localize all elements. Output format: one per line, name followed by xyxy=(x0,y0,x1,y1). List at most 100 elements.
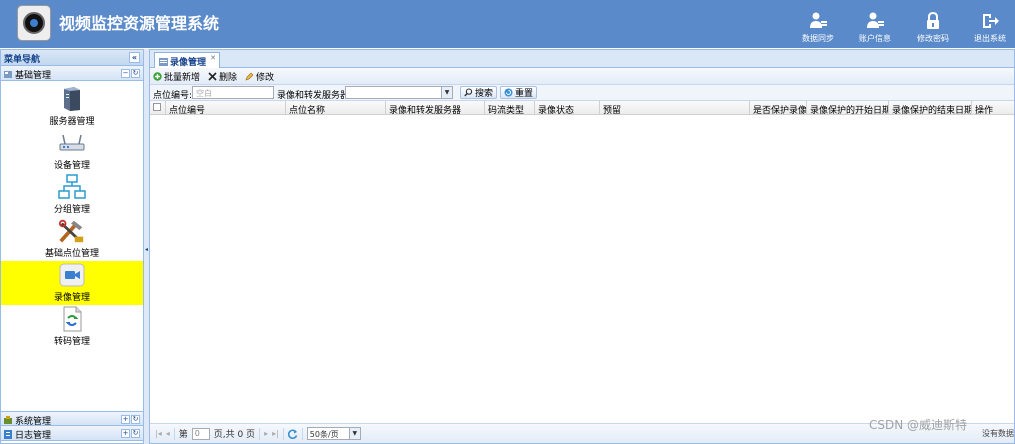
menu-item-label: 设备管理 xyxy=(53,161,90,171)
main-panel: 录像管理 ✕ 批量新增 删除 修改 点位编号: 空白 录像和转发服务器: ▼ 搜… xyxy=(149,49,1015,444)
column-header[interactable]: 操作 xyxy=(972,101,1014,115)
refresh-icon[interactable] xyxy=(287,429,298,439)
section-log-management-label: 日志管理 xyxy=(15,431,52,441)
edit-button[interactable]: 修改 xyxy=(245,70,274,83)
column-header[interactable]: 录像保护的开始日期 xyxy=(807,101,889,115)
menu-item-device-management[interactable]: 设备管理 xyxy=(1,129,143,173)
pencil-icon xyxy=(245,72,254,80)
nav-panel-title: 菜单导航 « xyxy=(1,50,143,66)
account-info-button[interactable]: 账户信息 xyxy=(850,12,900,44)
prev-page-icon[interactable]: ◂ xyxy=(166,429,170,438)
video-camera-icon xyxy=(59,263,85,287)
tab-video-management[interactable]: 录像管理 ✕ xyxy=(154,52,220,68)
point-code-label: 点位编号: xyxy=(153,91,193,101)
page-total-label: 页,共 0 页 xyxy=(213,430,256,440)
delete-label: 删除 xyxy=(219,72,238,83)
menu-item-label: 分组管理 xyxy=(53,205,90,215)
app-title: 视频监控资源管理系统 xyxy=(59,14,220,33)
point-code-input[interactable]: 空白 xyxy=(192,86,274,99)
edit-label: 修改 xyxy=(256,72,275,83)
data-sync-label: 数据同步 xyxy=(802,34,834,43)
watermark: CSDN @威迪斯特 xyxy=(868,418,967,432)
reset-button[interactable]: 重置 xyxy=(500,86,538,99)
app-header: 视频监控资源管理系统 数据同步 账户信息 修改密码 退出系统 xyxy=(0,0,1015,48)
column-header[interactable]: 点位名称 xyxy=(286,101,386,115)
basic-management-icon xyxy=(4,71,12,78)
data-sync-icon xyxy=(810,12,827,28)
account-info-icon xyxy=(867,12,884,28)
collapse-left-button[interactable]: « xyxy=(129,52,140,63)
menu-body: 服务器管理 设备管理 分组管理 基础点位管理 录像管理 转码管理 xyxy=(1,81,143,410)
select-all-checkbox[interactable] xyxy=(153,103,161,111)
transcode-icon xyxy=(63,306,82,332)
batch-add-label: 批量新增 xyxy=(164,72,201,83)
batch-add-button[interactable]: 批量新增 xyxy=(153,70,200,83)
tab-strip: 录像管理 ✕ xyxy=(150,50,1014,68)
device-icon xyxy=(59,134,85,151)
account-info-label: 账户信息 xyxy=(859,34,891,43)
change-password-button[interactable]: 修改密码 xyxy=(908,12,958,44)
table-header: 点位编号 点位名称 录像和转发服务器 码流类型 录像状态 预留 是否保护录像 录… xyxy=(150,101,1014,115)
logout-icon xyxy=(983,14,999,28)
menu-item-base-point-management[interactable]: 基础点位管理 xyxy=(1,217,143,261)
menu-item-transcode-management[interactable]: 转码管理 xyxy=(1,305,143,349)
tab-label: 录像管理 xyxy=(170,58,207,68)
tab-page-icon xyxy=(159,58,168,66)
section-basic-management-label: 基础管理 xyxy=(15,71,52,81)
refresh-section-button[interactable]: ↻ xyxy=(131,429,140,438)
section-log-management[interactable]: 日志管理 + ↻ xyxy=(1,426,143,441)
log-management-icon xyxy=(4,430,12,439)
system-management-icon xyxy=(4,416,12,424)
tab-close-icon[interactable]: ✕ xyxy=(210,54,216,62)
menu-item-label: 录像管理 xyxy=(53,293,90,303)
column-header[interactable]: 码流类型 xyxy=(485,101,535,115)
change-password-label: 修改密码 xyxy=(917,34,949,43)
left-nav-panel: 菜单导航 « 基础管理 − ↻ 服务器管理 设备管理 分组管理 基础点位管理 录像… xyxy=(0,49,144,444)
splitter-arrow-icon: ◂ xyxy=(145,246,149,253)
expand-section-button[interactable]: + xyxy=(121,415,130,424)
no-data-label: 没有数据 xyxy=(982,429,1014,438)
column-header[interactable]: 录像和转发服务器 xyxy=(386,101,485,115)
collapse-section-button[interactable]: − xyxy=(121,69,130,78)
section-basic-management[interactable]: 基础管理 − ↻ xyxy=(1,66,143,81)
page-number-input[interactable]: 0 xyxy=(191,427,210,440)
chevron-down-icon[interactable]: ▼ xyxy=(441,87,452,98)
next-page-icon[interactable]: ▸ xyxy=(264,429,268,438)
column-header[interactable]: 是否保护录像 xyxy=(750,101,807,115)
server-select[interactable]: ▼ xyxy=(345,86,453,99)
logout-button[interactable]: 退出系统 xyxy=(965,12,1015,44)
search-button[interactable]: 搜索 xyxy=(460,86,498,99)
menu-item-label: 基础点位管理 xyxy=(44,249,99,259)
column-header[interactable]: 录像保护的结束日期 xyxy=(889,101,972,115)
section-system-management[interactable]: 系统管理 + ↻ xyxy=(1,411,143,427)
refresh-section-button[interactable]: ↻ xyxy=(131,69,140,78)
reset-icon xyxy=(504,88,513,97)
search-bar: 点位编号: 空白 录像和转发服务器: ▼ 搜索 重置 xyxy=(150,85,1014,101)
table-body xyxy=(150,115,1014,413)
delete-button[interactable]: 删除 xyxy=(208,70,237,83)
server-label: 录像和转发服务器: xyxy=(277,91,353,101)
column-header[interactable]: 录像状态 xyxy=(535,101,600,115)
menu-item-video-management[interactable]: 录像管理 xyxy=(1,261,143,305)
nav-panel-title-text: 菜单导航 xyxy=(4,55,41,65)
last-page-icon[interactable]: ▸| xyxy=(272,429,279,438)
data-sync-button[interactable]: 数据同步 xyxy=(793,12,843,44)
refresh-section-button[interactable]: ↻ xyxy=(131,415,140,424)
server-icon xyxy=(64,87,80,111)
reset-button-label: 重置 xyxy=(515,89,534,99)
select-all-checkbox-cell[interactable] xyxy=(150,101,166,115)
menu-item-group-management[interactable]: 分组管理 xyxy=(1,173,143,217)
first-page-icon[interactable]: |◂ xyxy=(155,429,162,438)
column-header[interactable]: 点位编号 xyxy=(166,101,286,115)
menu-item-label: 转码管理 xyxy=(53,337,90,347)
expand-section-button[interactable]: + xyxy=(121,429,130,438)
page-size-select[interactable]: 50条/页 ▼ xyxy=(306,427,361,440)
page-size-value: 50条/页 xyxy=(309,430,339,439)
menu-item-server-management[interactable]: 服务器管理 xyxy=(1,85,143,129)
column-header[interactable]: 预留 xyxy=(600,101,750,115)
search-button-label: 搜索 xyxy=(475,89,494,99)
search-icon xyxy=(464,88,473,97)
chevron-down-icon[interactable]: ▼ xyxy=(348,428,360,439)
delete-icon xyxy=(208,71,217,81)
group-icon xyxy=(58,174,86,199)
